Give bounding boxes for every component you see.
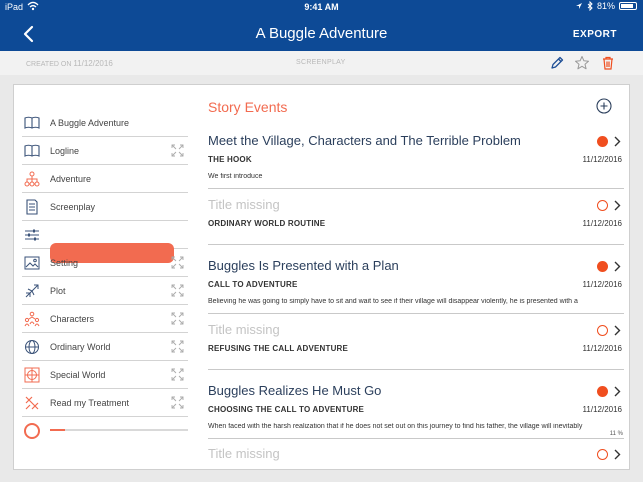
sidebar-item-logline[interactable]: Logline (22, 137, 188, 165)
event-title: Buggles Realizes He Must Go (208, 383, 382, 398)
story-event-row[interactable]: Title missing REFUSING THE CALL ADVENTUR… (208, 322, 624, 370)
story-event-row[interactable]: Meet the Village, Characters and The Ter… (208, 133, 624, 189)
sidebar-item-label: Read my Treatment (50, 398, 130, 408)
status-dot (597, 386, 608, 397)
event-stage: CALL TO ADVENTURE (208, 280, 298, 289)
status-time: 9:41 AM (304, 2, 339, 12)
sidebar-item-label: Adventure (50, 174, 92, 184)
page-title: A Buggle Adventure (255, 25, 388, 42)
event-stage: REFUSING THE CALL ADVENTURE (208, 344, 349, 353)
chevron-right-icon[interactable] (613, 325, 621, 336)
image-icon (24, 256, 40, 270)
expand-icon[interactable] (171, 312, 184, 325)
chevron-right-icon[interactable] (613, 386, 621, 397)
book-icon (24, 144, 40, 157)
chevron-right-icon[interactable] (613, 200, 621, 211)
created-date: 11/12/2016 (73, 59, 113, 68)
event-stage: CHOOSING THE CALL TO ADVENTURE (208, 405, 365, 414)
export-button[interactable]: EXPORT (573, 29, 617, 40)
chevron-right-icon[interactable] (613, 449, 621, 460)
progress-ring-icon (24, 423, 40, 439)
sidebar-item-title[interactable]: A Buggle Adventure (22, 109, 188, 137)
pencil-icon[interactable] (549, 55, 565, 71)
story-events-panel: Story Events Meet the Village, Character… (208, 85, 628, 469)
event-date: 11/12/2016 (582, 155, 622, 164)
treatment-icon (25, 396, 39, 410)
location-icon (575, 3, 582, 9)
created-label: CREATED ON (26, 61, 72, 68)
sidebar-item-special-world[interactable]: Special World (22, 361, 188, 389)
expand-icon[interactable] (171, 256, 184, 269)
event-description: When faced with the harsh realization th… (208, 423, 583, 430)
chevron-right-icon[interactable] (613, 136, 621, 147)
status-dot (597, 200, 608, 211)
sidebar-item-ordinary-world[interactable]: Ordinary World (22, 333, 188, 361)
plot-icon (25, 284, 39, 298)
format-label: SCREENPLAY (296, 59, 346, 66)
navigation-bar: iPad 9:41 AM 81% A Buggle Adventure EXPO… (0, 0, 643, 51)
event-title: Meet the Village, Characters and The Ter… (208, 133, 521, 148)
sidebar-item-screenplay[interactable]: Screenplay (22, 193, 188, 221)
event-stage: ORDINARY WORLD ROUTINE (208, 219, 326, 228)
progress-bar (50, 429, 188, 431)
bluetooth-icon (587, 1, 593, 11)
sidebar-item-label: Setting (50, 258, 79, 268)
book-icon (24, 116, 40, 129)
event-title: Title missing (208, 446, 280, 461)
content-card: A Buggle Adventure Logline Adventure Scr… (13, 84, 630, 470)
story-event-row[interactable]: Buggles Is Presented with a Plan CALL TO… (208, 258, 624, 314)
expand-icon[interactable] (171, 144, 184, 157)
status-bar: iPad 9:41 AM 81% (0, 0, 643, 14)
sidebar-item-label: A Buggle Adventure (50, 118, 130, 128)
status-dot (597, 136, 608, 147)
sliders-icon (25, 229, 39, 241)
add-event-icon[interactable] (596, 98, 612, 114)
event-date: 11/12/2016 (582, 219, 622, 228)
battery-percent: 81% (596, 1, 615, 11)
sidebar-item-label: Characters (50, 314, 95, 324)
status-dot (597, 449, 608, 460)
story-event-row[interactable]: Title missing ORDINARY WORLD ROUTINE 11/… (208, 197, 624, 245)
expand-icon[interactable] (171, 340, 184, 353)
progress-bar-fill (50, 429, 66, 431)
story-event-row[interactable]: Buggles Realizes He Must Go CHOOSING THE… (208, 383, 624, 439)
event-title: Title missing (208, 322, 280, 337)
sidebar-item-label: Special World (50, 370, 106, 380)
globe-icon (25, 340, 39, 354)
expand-icon[interactable] (171, 284, 184, 297)
story-event-row[interactable]: Title missing (208, 446, 624, 469)
sidebar-item-characters[interactable]: Characters (22, 305, 188, 333)
panel-title: Story Events (208, 99, 288, 115)
event-date: 11/12/2016 (582, 405, 622, 414)
event-description: Believing he was going to simply have to… (208, 298, 578, 305)
sidebar-item-label: Plot (50, 286, 66, 296)
event-title: Buggles Is Presented with a Plan (208, 258, 399, 273)
sidebar-item-adventure[interactable]: Adventure (22, 165, 188, 193)
event-title: Title missing (208, 197, 280, 212)
status-dot (597, 325, 608, 336)
event-description: We first introduce (208, 173, 263, 180)
trash-icon[interactable] (600, 55, 616, 71)
special-world-icon (24, 367, 40, 383)
chevron-right-icon[interactable] (613, 261, 621, 272)
sidebar-item-setting[interactable]: Setting (22, 249, 188, 277)
sidebar-item-label: Logline (50, 146, 80, 156)
expand-icon[interactable] (171, 396, 184, 409)
sidebar-item-label: Ordinary World (50, 342, 111, 352)
expand-icon[interactable] (171, 368, 184, 381)
battery-icon (619, 2, 637, 10)
status-dot (597, 261, 608, 272)
characters-icon (24, 311, 40, 327)
event-stage: THE HOOK (208, 155, 252, 164)
document-icon (26, 199, 38, 215)
sidebar-item-treatment[interactable]: Read my Treatment (22, 389, 188, 417)
hierarchy-icon (24, 171, 40, 187)
star-icon[interactable] (574, 55, 590, 71)
sidebar-item-plot[interactable]: Plot (22, 277, 188, 305)
created-info: CREATED ON 11/12/2016 (26, 59, 113, 68)
document-info-bar: CREATED ON 11/12/2016 SCREENPLAY (0, 51, 643, 75)
event-date: 11/12/2016 (582, 344, 622, 353)
sidebar-item-label: Screenplay (50, 202, 96, 212)
event-date: 11/12/2016 (582, 280, 622, 289)
